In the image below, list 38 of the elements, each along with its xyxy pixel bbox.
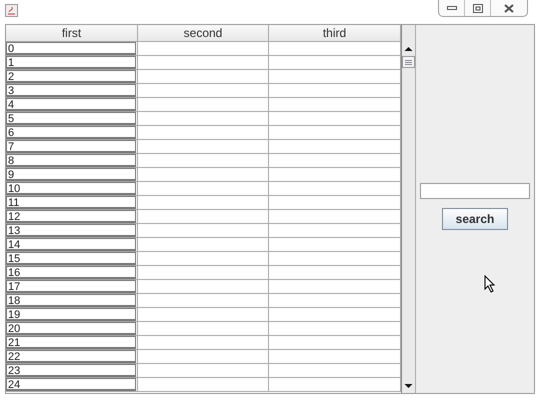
column-header[interactable]: third <box>269 25 401 42</box>
table-cell: 23 <box>6 364 136 377</box>
table-cell: 11 <box>6 196 136 209</box>
table-cell: 7 <box>6 140 136 153</box>
column-header[interactable]: second <box>138 25 269 42</box>
scroll-up-icon[interactable] <box>404 44 413 54</box>
table-cell: 18 <box>6 294 136 307</box>
table-cell: 15 <box>6 252 136 265</box>
search-field[interactable] <box>420 183 530 199</box>
table-cell: 4 <box>6 98 136 111</box>
table-cell: 14 <box>6 238 136 251</box>
table-cell: 12 <box>6 210 136 223</box>
table-cell: 13 <box>6 224 136 237</box>
table-cell: 1 <box>6 56 136 69</box>
table-cell: 2 <box>6 70 136 83</box>
table-cell: 16 <box>6 266 136 279</box>
table-cell: 22 <box>6 350 136 363</box>
column-header[interactable]: first <box>6 25 138 42</box>
scrollbar-thumb[interactable] <box>402 56 415 68</box>
minimize-icon <box>446 6 456 10</box>
table-cell: 10 <box>6 182 136 195</box>
table-cell: 0 <box>6 42 136 55</box>
scroll-down-icon[interactable] <box>404 381 413 391</box>
table-cell: 6 <box>6 126 136 139</box>
table-cell: 19 <box>6 308 136 321</box>
search-button[interactable]: search <box>442 208 508 230</box>
pointer-icon <box>484 275 496 293</box>
maximize-icon <box>472 4 482 12</box>
close-icon <box>504 4 514 12</box>
table-cell: 8 <box>6 154 136 167</box>
table-cell: 17 <box>6 280 136 293</box>
table-cell: 21 <box>6 336 136 349</box>
table-cell: 20 <box>6 322 136 335</box>
app-icon <box>5 4 18 17</box>
table-cell: 9 <box>6 168 136 181</box>
table-cell: 24 <box>6 378 136 391</box>
table-cell: 5 <box>6 112 136 125</box>
table-cell: 3 <box>6 84 136 97</box>
